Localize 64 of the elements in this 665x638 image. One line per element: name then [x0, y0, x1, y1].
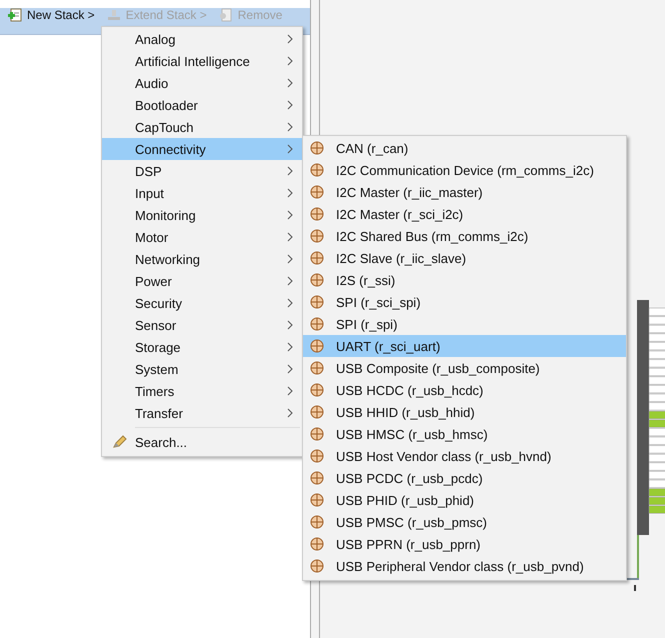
menu-item[interactable]: USB PPRN (r_usb_pprn)	[303, 533, 626, 555]
component-icon	[310, 229, 324, 243]
component-icon	[310, 493, 324, 507]
component-icon	[310, 317, 324, 331]
component-icon	[310, 537, 324, 551]
component-icon	[310, 427, 324, 441]
menu-item[interactable]: I2C Slave (r_iic_slave)	[303, 247, 626, 269]
component-icon	[310, 207, 324, 221]
menu-item[interactable]: USB PHID (r_usb_phid)	[303, 489, 626, 511]
stack-icon	[106, 8, 121, 22]
menu-item[interactable]: I2C Communication Device (rm_comms_i2c)	[303, 159, 626, 181]
component-icon	[310, 141, 324, 155]
menu-item[interactable]: Bootloader	[102, 94, 302, 116]
component-icon	[310, 449, 324, 463]
menu-item[interactable]: I2C Shared Bus (rm_comms_i2c)	[303, 225, 626, 247]
menu-item[interactable]: Power	[102, 270, 302, 292]
menu-item[interactable]: Security	[102, 292, 302, 314]
menu-item[interactable]: Monitoring	[102, 204, 302, 226]
component-icon	[310, 295, 324, 309]
menu-item[interactable]: SPI (r_sci_spi)	[303, 291, 626, 313]
menu-item[interactable]: USB HMSC (r_usb_hmsc)	[303, 423, 626, 445]
menu-item[interactable]: USB HCDC (r_usb_hcdc)	[303, 379, 626, 401]
menu-item[interactable]: System	[102, 358, 302, 380]
menu-item[interactable]: USB Host Vendor class (r_usb_hvnd)	[303, 445, 626, 467]
menu-item[interactable]: USB Peripheral Vendor class (r_usb_pvnd)	[303, 555, 626, 577]
component-icon	[310, 471, 324, 485]
component-icon	[310, 405, 324, 419]
menu-item[interactable]: UART (r_sci_uart)	[303, 335, 626, 357]
pencil-icon	[110, 434, 126, 450]
menu-item[interactable]: I2S (r_ssi)	[303, 269, 626, 291]
menu-item[interactable]: Timers	[102, 380, 302, 402]
component-icon	[310, 251, 324, 265]
component-icon	[310, 361, 324, 375]
component-icon	[310, 383, 324, 397]
menu-item[interactable]: Networking	[102, 248, 302, 270]
menu-item[interactable]: Sensor	[102, 314, 302, 336]
menu-item[interactable]: Audio	[102, 72, 302, 94]
menu-item[interactable]: I2C Master (r_sci_i2c)	[303, 203, 626, 225]
menu-item[interactable]: I2C Master (r_iic_master)	[303, 181, 626, 203]
menu-item[interactable]: Storage	[102, 336, 302, 358]
component-icon	[310, 559, 324, 573]
menu-item[interactable]: SPI (r_spi)	[303, 313, 626, 335]
menu-item[interactable]: USB Composite (r_usb_composite)	[303, 357, 626, 379]
menu-item[interactable]: Motor	[102, 226, 302, 248]
menu-item[interactable]: DSP	[102, 160, 302, 182]
menu-item[interactable]: CapTouch	[102, 116, 302, 138]
component-icon	[310, 515, 324, 529]
component-icon	[310, 339, 324, 353]
component-icon	[310, 273, 324, 287]
menu-item[interactable]: Artificial Intelligence	[102, 50, 302, 72]
menu-item[interactable]: USB PMSC (r_usb_pmsc)	[303, 511, 626, 533]
menu-item[interactable]: Transfer	[102, 402, 302, 424]
menu-item[interactable]: Input	[102, 182, 302, 204]
menu-item[interactable]: Analog	[102, 28, 302, 50]
component-icon	[310, 163, 324, 177]
menu-item[interactable]: USB HHID (r_usb_hhid)	[303, 401, 626, 423]
menu-item[interactable]: CAN (r_can)	[303, 137, 626, 159]
toolbar-button[interactable]: New Stack >	[6, 8, 97, 22]
document-icon	[218, 8, 233, 22]
new-stack-icon	[8, 8, 22, 22]
component-icon	[310, 185, 324, 199]
menu-item[interactable]: Connectivity	[102, 138, 302, 160]
menu-item[interactable]: USB PCDC (r_usb_pcdc)	[303, 467, 626, 489]
menu-item[interactable]: Search...	[102, 431, 302, 453]
